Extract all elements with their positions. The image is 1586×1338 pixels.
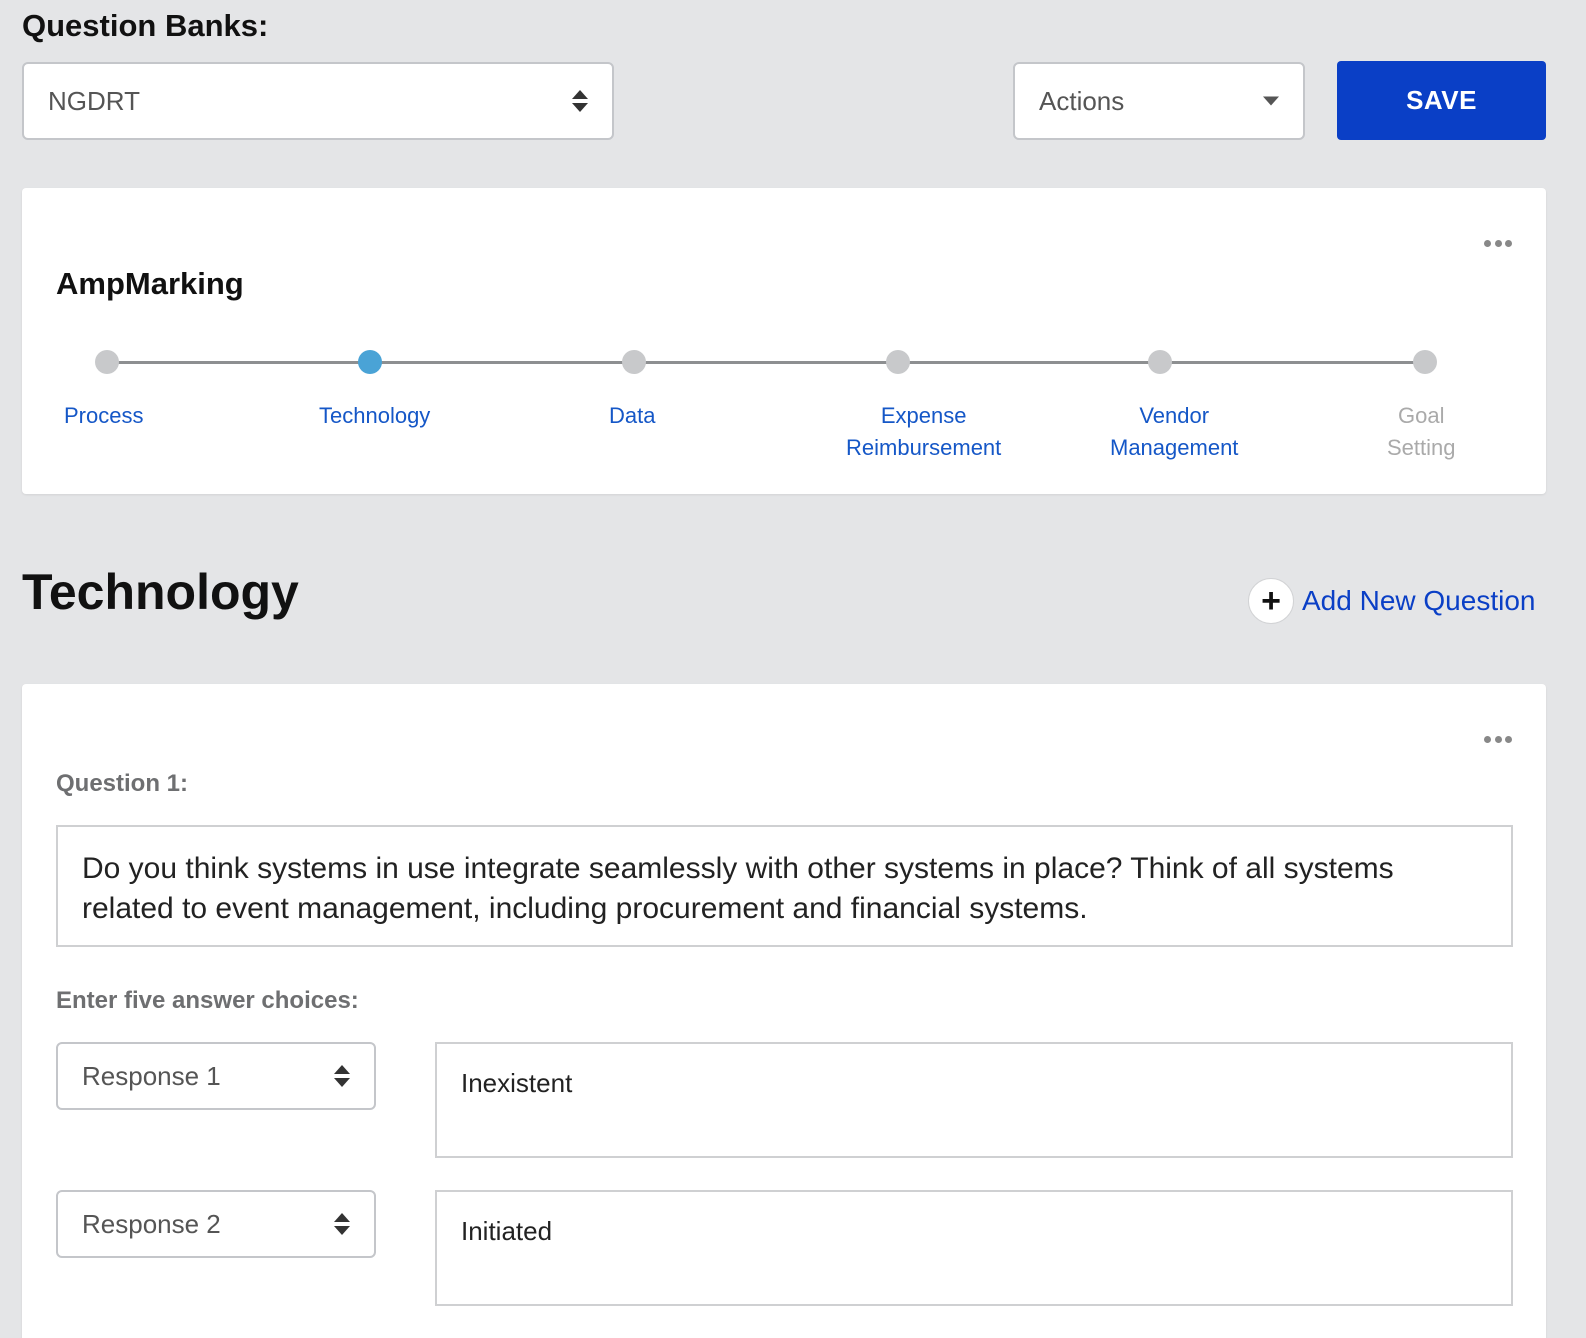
response-select-value: Response 1 (82, 1060, 221, 1091)
question-bank-select-value: NGDRT (48, 85, 140, 116)
response-select-value: Response 2 (82, 1208, 221, 1239)
step-dot-data[interactable] (622, 350, 646, 374)
step-label-goal-setting[interactable]: Goal Setting (1387, 400, 1456, 464)
actions-dropdown-label: Actions (1039, 85, 1125, 116)
step-dot-vendor-management[interactable] (1148, 350, 1172, 374)
response-input-2[interactable]: Initiated (435, 1190, 1513, 1306)
question-banks-label: Question Banks: (22, 8, 269, 43)
step-label-data[interactable]: Data (609, 400, 655, 432)
response-select-2[interactable]: Response 2 (56, 1190, 376, 1258)
save-button[interactable]: SAVE (1337, 61, 1546, 140)
caret-down-icon (1263, 96, 1279, 106)
step-label-vendor-management[interactable]: Vendor Management (1110, 400, 1238, 464)
select-sort-icon (572, 90, 588, 112)
plus-icon[interactable]: + (1248, 578, 1294, 624)
more-options-icon[interactable] (1484, 239, 1512, 247)
question-bank-select[interactable]: NGDRT (22, 62, 614, 140)
select-sort-icon (334, 1213, 350, 1235)
more-options-icon[interactable] (1484, 735, 1512, 743)
stepper-track (106, 361, 1426, 364)
step-dot-expense-reimbursement[interactable] (886, 350, 910, 374)
step-dot-process[interactable] (95, 350, 119, 374)
question-card: Question 1: Do you think systems in use … (22, 684, 1546, 1338)
question-text-field[interactable]: Do you think systems in use integrate se… (56, 825, 1513, 947)
step-dot-goal-setting[interactable] (1413, 350, 1437, 374)
add-new-question-label[interactable]: Add New Question (1302, 585, 1535, 617)
response-select-1[interactable]: Response 1 (56, 1042, 376, 1110)
answer-choices-label: Enter five answer choices: (56, 987, 359, 1014)
bank-title: AmpMarking (56, 266, 244, 301)
response-input-1[interactable]: Inexistent (435, 1042, 1513, 1158)
section-title: Technology (22, 564, 299, 620)
step-label-process[interactable]: Process (64, 400, 143, 432)
add-new-question-button[interactable]: + Add New Question (1248, 578, 1535, 624)
actions-dropdown[interactable]: Actions (1013, 62, 1305, 140)
step-label-technology[interactable]: Technology (319, 400, 430, 432)
question-number-label: Question 1: (56, 770, 189, 797)
select-sort-icon (334, 1065, 350, 1087)
step-label-expense-reimbursement[interactable]: Expense Reimbursement (846, 400, 1001, 464)
step-dot-technology[interactable] (358, 350, 382, 374)
question-bank-card: AmpMarking Process Technology Data Expen… (22, 188, 1546, 494)
